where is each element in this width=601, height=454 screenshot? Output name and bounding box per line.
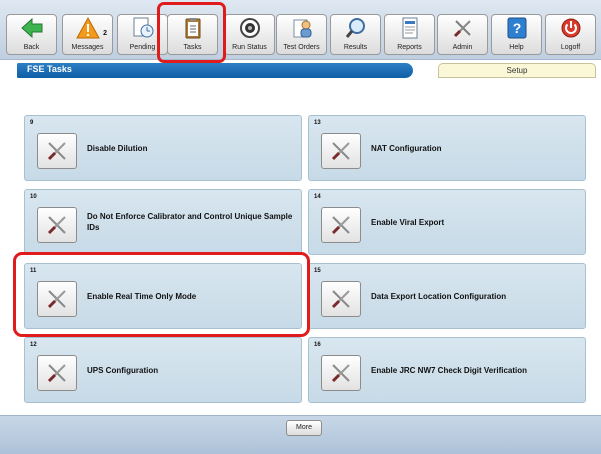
task-number: 15 bbox=[314, 268, 321, 274]
help-label: Help bbox=[509, 44, 524, 51]
task-panel-13: 13 NAT Configuration bbox=[308, 115, 586, 181]
enable-viral-export-button[interactable] bbox=[321, 207, 361, 243]
back-label: Back bbox=[23, 44, 40, 51]
tools-icon bbox=[331, 290, 350, 309]
svg-text:?: ? bbox=[512, 20, 521, 36]
tools-icon bbox=[47, 364, 66, 383]
task-title: UPS Configuration bbox=[87, 365, 159, 375]
test-orders-label: Test Orders bbox=[283, 44, 320, 51]
tools-icon bbox=[331, 216, 350, 235]
task-number: 9 bbox=[30, 120, 34, 126]
tools-icon bbox=[47, 290, 66, 309]
pending-label: Pending bbox=[129, 44, 156, 51]
logoff-label: Logoff bbox=[560, 44, 581, 51]
messages-label: Messages bbox=[71, 44, 104, 51]
task-title: Enable JRC NW7 Check Digit Verification bbox=[371, 365, 528, 375]
test-orders-button[interactable]: Test Orders bbox=[276, 14, 327, 55]
page-title-bar: FSE Tasks bbox=[17, 63, 413, 78]
results-button[interactable]: Results bbox=[330, 14, 381, 55]
setup-tab[interactable]: Setup bbox=[438, 63, 596, 78]
messages-count-badge: 2 bbox=[103, 30, 107, 37]
run-status-label: Run Status bbox=[232, 44, 267, 51]
task-number: 11 bbox=[30, 268, 37, 274]
task-title: Do Not Enforce Calibrator and Control Un… bbox=[87, 212, 293, 232]
do-not-enforce-calibrator-button[interactable] bbox=[37, 207, 77, 243]
task-number: 10 bbox=[30, 194, 37, 200]
pending-clock-icon bbox=[118, 17, 167, 41]
main-toolbar: Back 2 Messages Pending Tasks Run Status… bbox=[0, 0, 601, 60]
help-button[interactable]: ? Help bbox=[491, 14, 542, 55]
task-panel-9: 9 Disable Dilution bbox=[24, 115, 302, 181]
page-title: FSE Tasks bbox=[27, 64, 72, 74]
disable-dilution-button[interactable] bbox=[37, 133, 77, 169]
task-panel-12: 12 UPS Configuration bbox=[24, 337, 302, 403]
admin-label: Admin bbox=[452, 44, 473, 51]
task-title: Data Export Location Configuration bbox=[371, 291, 507, 301]
admin-button[interactable]: Admin bbox=[437, 14, 488, 55]
tools-icon bbox=[47, 216, 66, 235]
task-panel-14: 14 Enable Viral Export bbox=[308, 189, 586, 255]
tasks-label: Tasks bbox=[183, 44, 202, 51]
run-status-icon bbox=[225, 17, 274, 41]
run-status-button[interactable]: Run Status bbox=[224, 14, 275, 55]
reports-label: Reports bbox=[397, 44, 422, 51]
task-title: Enable Real Time Only Mode bbox=[87, 291, 197, 301]
results-label: Results bbox=[343, 44, 368, 51]
ups-configuration-button[interactable] bbox=[37, 355, 77, 391]
warning-icon bbox=[63, 16, 112, 41]
tools-icon bbox=[438, 17, 487, 41]
report-icon bbox=[385, 17, 434, 41]
magnifier-icon bbox=[331, 17, 380, 41]
messages-button[interactable]: 2 Messages bbox=[62, 14, 113, 55]
back-arrow-icon bbox=[7, 17, 56, 41]
pending-button[interactable]: Pending bbox=[117, 14, 168, 55]
task-title: Disable Dilution bbox=[87, 143, 148, 153]
back-button[interactable]: Back bbox=[6, 14, 57, 55]
more-button[interactable]: More bbox=[286, 420, 322, 436]
test-orders-icon bbox=[277, 17, 326, 41]
enable-real-time-only-mode-button[interactable] bbox=[37, 281, 77, 317]
task-number: 12 bbox=[30, 342, 37, 348]
task-title: Enable Viral Export bbox=[371, 217, 445, 227]
task-number: 14 bbox=[314, 194, 321, 200]
task-panel-10: 10 Do Not Enforce Calibrator and Control… bbox=[24, 189, 302, 255]
task-panel-15: 15 Data Export Location Configuration bbox=[308, 263, 586, 329]
data-export-location-button[interactable] bbox=[321, 281, 361, 317]
task-title: NAT Configuration bbox=[371, 143, 442, 153]
task-panel-11: 11 Enable Real Time Only Mode bbox=[24, 263, 302, 329]
logoff-button[interactable]: Logoff bbox=[545, 14, 596, 55]
jrc-nw7-check-digit-button[interactable] bbox=[321, 355, 361, 391]
clipboard-icon bbox=[168, 17, 217, 41]
tools-icon bbox=[331, 142, 350, 161]
tools-icon bbox=[47, 142, 66, 161]
help-icon: ? bbox=[492, 17, 541, 41]
nat-configuration-button[interactable] bbox=[321, 133, 361, 169]
task-panel-16: 16 Enable JRC NW7 Check Digit Verificati… bbox=[308, 337, 586, 403]
task-number: 16 bbox=[314, 342, 321, 348]
tools-icon bbox=[331, 364, 350, 383]
reports-button[interactable]: Reports bbox=[384, 14, 435, 55]
power-icon bbox=[546, 17, 595, 41]
task-number: 13 bbox=[314, 120, 321, 126]
tasks-button[interactable]: Tasks bbox=[167, 14, 218, 55]
